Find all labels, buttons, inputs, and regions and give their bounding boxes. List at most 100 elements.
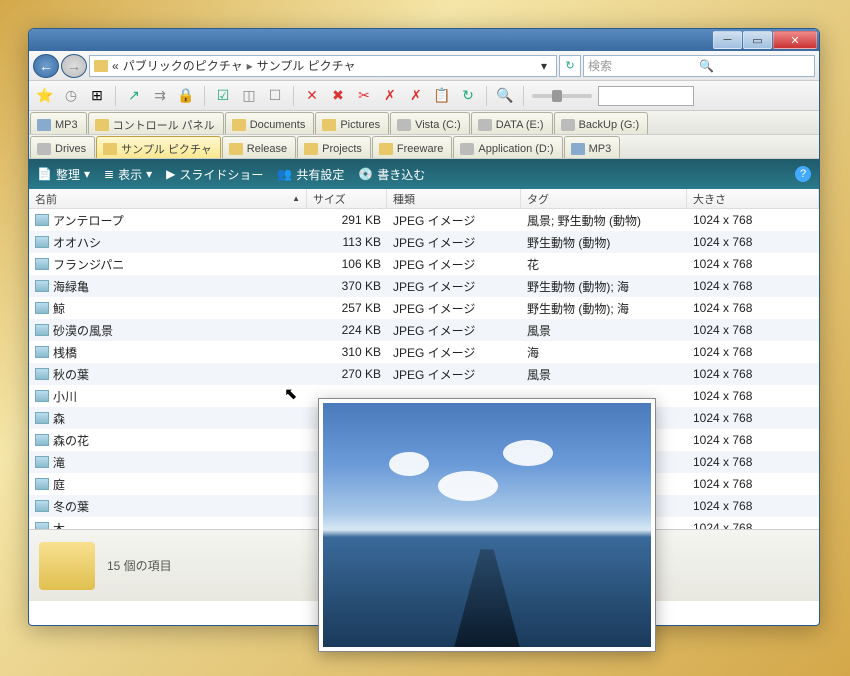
folder-icon (232, 119, 246, 131)
location-tab[interactable]: コントロール パネル (88, 112, 224, 134)
deselect-icon[interactable]: ☐ (265, 86, 285, 106)
tab-label: BackUp (G:) (579, 119, 640, 131)
column-size[interactable]: サイズ (307, 189, 387, 208)
location-tab[interactable]: BackUp (G:) (554, 112, 649, 134)
file-row[interactable]: 砂漠の風景224 KBJPEG イメージ風景1024 x 768 (29, 319, 819, 341)
back-button[interactable]: ← (33, 54, 59, 78)
search-input[interactable]: 検索 🔍 (583, 55, 815, 77)
drive-icon (397, 119, 411, 131)
copy-to-icon[interactable]: ↗ (124, 86, 144, 106)
column-name[interactable]: 名前▲ (29, 189, 307, 208)
file-row[interactable]: 鯨257 KBJPEG イメージ野生動物 (動物); 海1024 x 768 (29, 297, 819, 319)
tab-label: Pictures (340, 119, 380, 131)
close-button[interactable]: ✕ (773, 31, 817, 49)
column-dimensions[interactable]: 大きさ (687, 189, 819, 208)
file-row[interactable]: フランジパニ106 KBJPEG イメージ花1024 x 768 (29, 253, 819, 275)
file-dimensions: 1024 x 768 (687, 345, 819, 359)
location-tab[interactable]: Application (D:) (453, 136, 562, 158)
delete-icon[interactable]: ✕ (302, 86, 322, 106)
file-dimensions: 1024 x 768 (687, 499, 819, 513)
location-tab[interactable]: MP3 (30, 112, 87, 134)
file-dimensions: 1024 x 768 (687, 301, 819, 315)
select-all-icon[interactable]: ☑ (213, 86, 233, 106)
delete2-icon[interactable]: ✗ (380, 86, 400, 106)
file-tags: 花 (521, 256, 687, 273)
file-row[interactable]: オオハシ113 KBJPEG イメージ野生動物 (動物)1024 x 768 (29, 231, 819, 253)
filter-input[interactable] (598, 86, 694, 106)
file-name: オオハシ (53, 234, 101, 251)
drive-icon (561, 119, 575, 131)
location-tab[interactable]: Release (222, 136, 296, 158)
location-tab[interactable]: MP3 (564, 136, 621, 158)
location-tab[interactable]: Documents (225, 112, 315, 134)
file-tags: 風景; 野生動物 (動物) (521, 212, 687, 229)
breadcrumb[interactable]: « パブリックのピクチャ ▸ サンプル ピクチャ ▾ (89, 55, 557, 77)
minimize-button[interactable]: ─ (713, 31, 742, 49)
breadcrumb-dropdown[interactable]: ▾ (536, 59, 552, 73)
file-row[interactable]: 桟橋310 KBJPEG イメージ海1024 x 768 (29, 341, 819, 363)
location-tab[interactable]: Freeware (372, 136, 452, 158)
file-type: JPEG イメージ (387, 366, 521, 383)
column-tags[interactable]: タグ (521, 189, 687, 208)
file-row[interactable]: 海緑亀370 KBJPEG イメージ野生動物 (動物); 海1024 x 768 (29, 275, 819, 297)
share-button[interactable]: 👥共有設定 (277, 166, 344, 183)
invert-selection-icon[interactable]: ◫ (239, 86, 259, 106)
cut-icon[interactable]: ✂ (354, 86, 374, 106)
location-tab[interactable]: Projects (297, 136, 371, 158)
file-row[interactable]: アンテロープ291 KBJPEG イメージ風景; 野生動物 (動物)1024 x… (29, 209, 819, 231)
paste-icon[interactable]: 📋 (432, 86, 452, 106)
tab-label: MP3 (589, 143, 612, 155)
maximize-button[interactable]: ▭ (743, 31, 772, 49)
file-name: 冬の葉 (53, 498, 89, 515)
tab-label: Application (D:) (478, 143, 553, 155)
file-name: 滝 (53, 454, 65, 471)
file-name: 庭 (53, 476, 65, 493)
help-button[interactable]: ? (795, 166, 811, 182)
location-tab[interactable]: Drives (30, 136, 95, 158)
file-size: 270 KB (307, 367, 387, 381)
file-type: JPEG イメージ (387, 278, 521, 295)
column-type[interactable]: 種類 (387, 189, 521, 208)
burn-button[interactable]: 💿書き込む (358, 166, 425, 183)
location-tab[interactable]: DATA (E:) (471, 112, 553, 134)
tab-label: サンプル ピクチャ (121, 141, 212, 157)
tab-label: Vista (C:) (415, 119, 461, 131)
preview-tooltip (318, 398, 656, 652)
location-tab[interactable]: サンプル ピクチャ (96, 136, 221, 158)
file-type: JPEG イメージ (387, 322, 521, 339)
organize-menu[interactable]: 📄整理 ▾ (37, 166, 90, 183)
file-size: 113 KB (307, 235, 387, 249)
search2-icon[interactable]: 🔍 (495, 86, 515, 106)
folder-icon (322, 119, 336, 131)
file-size: 310 KB (307, 345, 387, 359)
refresh-button[interactable]: ↻ (559, 55, 581, 77)
file-size: 224 KB (307, 323, 387, 337)
file-row[interactable]: 秋の葉270 KBJPEG イメージ風景1024 x 768 (29, 363, 819, 385)
history-icon[interactable]: ◷ (61, 86, 81, 106)
location-tab[interactable]: Vista (C:) (390, 112, 470, 134)
file-tags: 野生動物 (動物) (521, 234, 687, 251)
file-type: JPEG イメージ (387, 212, 521, 229)
location-tab[interactable]: Pictures (315, 112, 389, 134)
file-type: JPEG イメージ (387, 300, 521, 317)
file-name: 森 (53, 410, 65, 427)
delete3-icon[interactable]: ✗ (406, 86, 426, 106)
favorites-icon[interactable]: ⭐ (35, 86, 55, 106)
image-file-icon (35, 500, 49, 512)
windows-flag-icon[interactable]: ⊞ (87, 86, 107, 106)
slideshow-button[interactable]: ▶スライドショー (166, 166, 263, 183)
file-name: 小川 (53, 388, 77, 405)
file-tags: 風景 (521, 322, 687, 339)
view-menu[interactable]: ≣表示 ▾ (104, 166, 152, 183)
breadcrumb-part1[interactable]: パブリックのピクチャ (123, 57, 243, 74)
breadcrumb-part2[interactable]: サンプル ピクチャ (257, 57, 356, 74)
refresh2-icon[interactable]: ↻ (458, 86, 478, 106)
forward-button[interactable]: → (61, 54, 87, 78)
delete-perm-icon[interactable]: ✖ (328, 86, 348, 106)
zoom-slider[interactable] (532, 94, 592, 98)
file-dimensions: 1024 x 768 (687, 411, 819, 425)
file-size: 370 KB (307, 279, 387, 293)
lock-icon[interactable]: 🔒 (176, 86, 196, 106)
move-to-icon[interactable]: ⇉ (150, 86, 170, 106)
file-dimensions: 1024 x 768 (687, 389, 819, 403)
